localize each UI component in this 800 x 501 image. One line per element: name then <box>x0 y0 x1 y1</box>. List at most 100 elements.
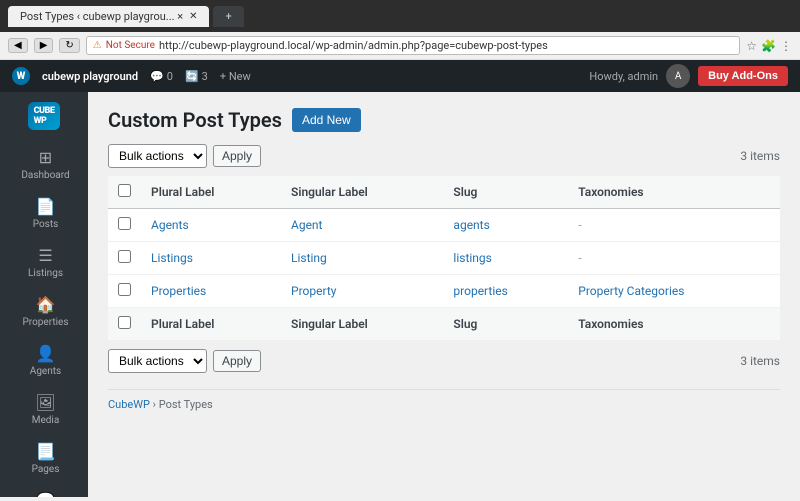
url-value: http://cubewp-playground.local/wp-admin/… <box>159 39 548 52</box>
admin-bar: W cubewp playground 💬 0 🔄 3 + New Howdy,… <box>0 60 800 92</box>
cubewp-logo: CUBEWP <box>0 92 88 140</box>
new-tab-btn[interactable]: + <box>213 6 243 27</box>
row-plural-agents: Agents <box>141 209 281 242</box>
top-apply-button[interactable]: Apply <box>213 145 261 167</box>
wp-wrapper: CUBEWP ⊞ Dashboard 📄 Posts ☰ Listings 🏠 … <box>0 92 800 497</box>
sidebar-label-media: Media <box>32 415 60 426</box>
row-taxonomies-agents: - <box>568 209 780 242</box>
row-singular-listings: Listing <box>281 242 443 275</box>
admin-bar-left: W cubewp playground 💬 0 🔄 3 + New <box>12 67 251 85</box>
singular-link-agents[interactable]: Agent <box>291 218 322 232</box>
bookmark-icon[interactable]: ☆ <box>746 39 757 53</box>
browser-icons: ☆ 🧩 ⋮ <box>746 39 792 53</box>
singular-link-listings[interactable]: Listing <box>291 251 327 265</box>
footer-select-all-checkbox[interactable] <box>118 316 131 329</box>
sidebar-item-listings[interactable]: ☰ Listings <box>0 238 88 287</box>
comments-link[interactable]: 💬 0 <box>150 70 173 83</box>
taxonomy-link-property-categories[interactable]: Property Categories <box>578 284 684 298</box>
pages-icon: 📃 <box>36 442 56 461</box>
tab-title: Post Types ‹ cubewp playgrou... × <box>20 10 183 23</box>
top-bulk-left: Bulk actions Apply <box>108 144 261 168</box>
wp-logo[interactable]: W <box>12 67 30 85</box>
sidebar: CUBEWP ⊞ Dashboard 📄 Posts ☰ Listings 🏠 … <box>0 92 88 497</box>
sidebar-item-media[interactable]: 🖼 Media <box>0 385 88 434</box>
bottom-apply-button[interactable]: Apply <box>213 350 261 372</box>
footer-breadcrumb-parent[interactable]: CubeWP <box>108 398 150 411</box>
sidebar-label-listings: Listings <box>28 268 63 279</box>
th-taxonomies: Taxonomies <box>568 176 780 209</box>
th-checkbox <box>108 176 141 209</box>
footer-th-plural: Plural Label <box>141 308 281 341</box>
sidebar-item-comments[interactable]: 💬 Comments <box>0 483 88 497</box>
bottom-bulk-select[interactable]: Bulk actions <box>108 349 207 373</box>
footer-breadcrumb-child: Post Types <box>159 398 213 411</box>
sidebar-item-dashboard[interactable]: ⊞ Dashboard <box>0 140 88 189</box>
sidebar-item-pages[interactable]: 📃 Pages <box>0 434 88 483</box>
th-slug: Slug <box>443 176 568 209</box>
table-row: Listings Listing listings - <box>108 242 780 275</box>
select-all-checkbox[interactable] <box>118 184 131 197</box>
bottom-bulk-actions-row: Bulk actions Apply 3 items <box>108 349 780 373</box>
active-tab[interactable]: Post Types ‹ cubewp playgrou... × ✕ <box>8 6 209 27</box>
row-slug-properties: properties <box>443 275 568 308</box>
bottom-items-count: 3 items <box>740 354 780 368</box>
table-header-row: Plural Label Singular Label Slug Taxonom… <box>108 176 780 209</box>
menu-icon[interactable]: ⋮ <box>780 39 792 53</box>
page-title-row: Custom Post Types Add New <box>108 108 780 132</box>
sidebar-label-pages: Pages <box>32 464 60 475</box>
sidebar-item-agents[interactable]: 👤 Agents <box>0 336 88 385</box>
row-checkbox-listings <box>108 242 141 275</box>
row-select-listings[interactable] <box>118 250 131 263</box>
main-content: Custom Post Types Add New Bulk actions A… <box>88 92 800 497</box>
row-plural-listings: Listings <box>141 242 281 275</box>
sidebar-item-posts[interactable]: 📄 Posts <box>0 189 88 238</box>
add-new-button[interactable]: Add New <box>292 108 361 132</box>
row-checkbox-agents <box>108 209 141 242</box>
bottom-bulk-left: Bulk actions Apply <box>108 349 261 373</box>
listings-icon: ☰ <box>38 246 52 265</box>
comment-icon: 💬 <box>150 70 164 83</box>
top-bulk-select[interactable]: Bulk actions <box>108 144 207 168</box>
main-inner: Custom Post Types Add New Bulk actions A… <box>88 92 800 427</box>
th-singular-label: Singular Label <box>281 176 443 209</box>
forward-btn[interactable]: ▶ <box>34 38 54 53</box>
slug-link-agents[interactable]: agents <box>453 218 489 232</box>
buy-addons-button[interactable]: Buy Add-Ons <box>698 66 788 86</box>
sidebar-item-properties[interactable]: 🏠 Properties <box>0 287 88 336</box>
sidebar-label-posts: Posts <box>33 219 59 230</box>
agents-icon: 👤 <box>36 344 56 363</box>
top-bulk-actions-row: Bulk actions Apply 3 items <box>108 144 780 168</box>
top-items-count: 3 items <box>740 149 780 163</box>
plural-link-properties[interactable]: Properties <box>151 284 206 298</box>
slug-link-listings[interactable]: listings <box>453 251 491 265</box>
site-name[interactable]: cubewp playground <box>42 70 138 83</box>
posts-icon: 📄 <box>36 197 56 216</box>
updates-link[interactable]: 🔄 3 <box>185 70 208 83</box>
row-slug-agents: agents <box>443 209 568 242</box>
refresh-btn[interactable]: ↻ <box>59 38 79 53</box>
back-btn[interactable]: ◀ <box>8 38 28 53</box>
row-plural-properties: Properties <box>141 275 281 308</box>
plural-link-listings[interactable]: Listings <box>151 251 193 265</box>
row-select-properties[interactable] <box>118 283 131 296</box>
avatar[interactable]: A <box>666 64 690 88</box>
url-text: Not Secure <box>106 40 155 51</box>
browser-controls: ◀ ▶ ↻ ⚠ Not Secure http://cubewp-playgro… <box>0 32 800 60</box>
tab-close-btn[interactable]: ✕ <box>189 11 197 22</box>
browser-tabs: Post Types ‹ cubewp playgrou... × ✕ + <box>0 0 800 32</box>
th-plural-label: Plural Label <box>141 176 281 209</box>
plural-link-agents[interactable]: Agents <box>151 218 189 232</box>
footer-th-singular: Singular Label <box>281 308 443 341</box>
url-bar[interactable]: ⚠ Not Secure http://cubewp-playground.lo… <box>86 36 740 55</box>
new-link[interactable]: + New <box>220 70 251 83</box>
row-select-agents[interactable] <box>118 217 131 230</box>
slug-link-properties[interactable]: properties <box>453 284 507 298</box>
properties-icon: 🏠 <box>36 295 56 314</box>
admin-bar-right: Howdy, admin A Buy Add-Ons <box>589 64 788 88</box>
footer-breadcrumb: CubeWP › Post Types <box>108 389 780 411</box>
table-footer-header-row: Plural Label Singular Label Slug Taxonom… <box>108 308 780 341</box>
extension-icon[interactable]: 🧩 <box>761 39 776 53</box>
singular-link-properties[interactable]: Property <box>291 284 336 298</box>
row-slug-listings: listings <box>443 242 568 275</box>
dashboard-icon: ⊞ <box>39 148 52 167</box>
